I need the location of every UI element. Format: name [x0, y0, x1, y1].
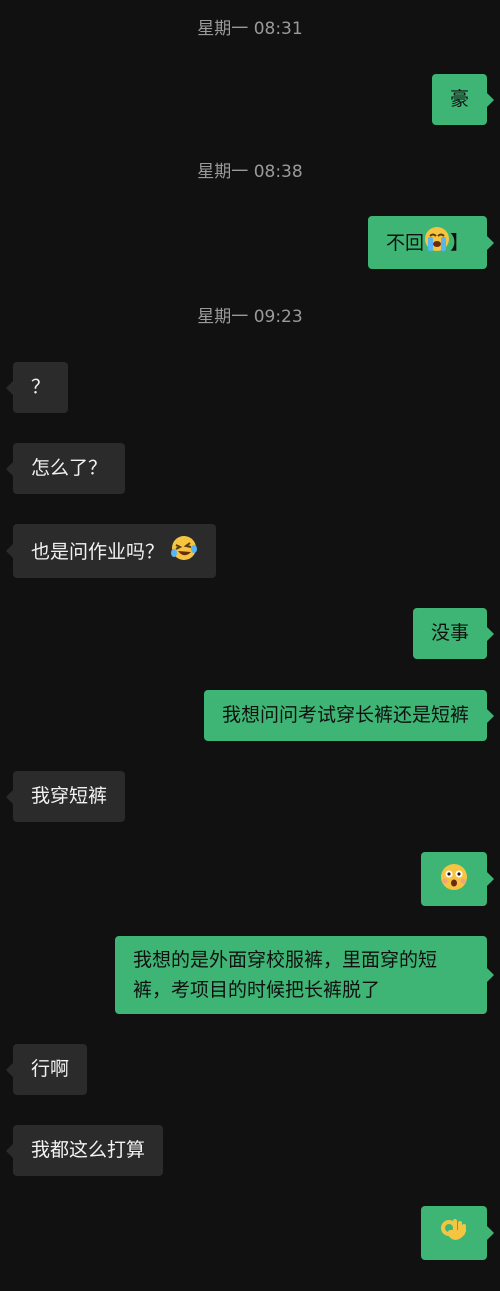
crying-face-icon: [424, 226, 450, 261]
message-text: 没事: [430, 622, 469, 644]
message-text: ？: [31, 376, 51, 398]
message-bubble-sent[interactable]: [421, 1206, 494, 1260]
timestamp: 星期一 09:23: [197, 307, 303, 327]
ok-hand-icon: [439, 1216, 469, 1255]
laughing-tears-icon: [170, 534, 198, 571]
message-text: 也是问作业吗？: [31, 541, 165, 563]
message-text: 我穿短裤: [31, 785, 108, 807]
message-text-suffix: 】: [449, 232, 469, 254]
message-bubble-received[interactable]: 也是问作业吗？: [5, 524, 217, 578]
timestamp: 星期一 08:38: [197, 162, 303, 182]
chat-screen: { "timestamps": ["星期一 08:31", "星期一 08:38…: [0, 0, 500, 1291]
message-bubble-received[interactable]: 怎么了？: [5, 443, 126, 494]
message-bubble-sent[interactable]: 我想问问考试穿长裤还是短裤: [203, 690, 495, 741]
message-bubble-received[interactable]: 我穿短裤: [5, 771, 126, 822]
message-bubble-sent[interactable]: 豪: [431, 74, 495, 125]
message-text: 不回: [385, 232, 424, 254]
message-bubble-sent[interactable]: 我想的是外面穿校服裤，里面穿的短裤，考项目的时候把长裤脱了: [115, 936, 494, 1014]
message-bubble-sent[interactable]: [421, 852, 494, 906]
message-text: 我想的是外面穿校服裤，里面穿的短裤，考项目的时候把长裤脱了: [133, 949, 438, 1001]
surprised-face-icon: [439, 862, 469, 901]
message-bubble-sent[interactable]: 不回 】: [367, 216, 495, 269]
message-bubble-sent[interactable]: 没事: [412, 608, 495, 659]
message-text: 我都这么打算: [31, 1139, 146, 1161]
message-text: 怎么了？: [31, 457, 108, 479]
timestamp: 星期一 08:31: [197, 19, 303, 39]
message-text: 豪: [449, 88, 469, 110]
message-text: 我想问问考试穿长裤还是短裤: [221, 704, 469, 726]
message-text: 行啊: [31, 1058, 70, 1080]
message-bubble-received[interactable]: 我都这么打算: [5, 1125, 164, 1176]
message-bubble-received[interactable]: ？: [5, 362, 69, 413]
message-bubble-received[interactable]: 行啊: [5, 1044, 88, 1095]
